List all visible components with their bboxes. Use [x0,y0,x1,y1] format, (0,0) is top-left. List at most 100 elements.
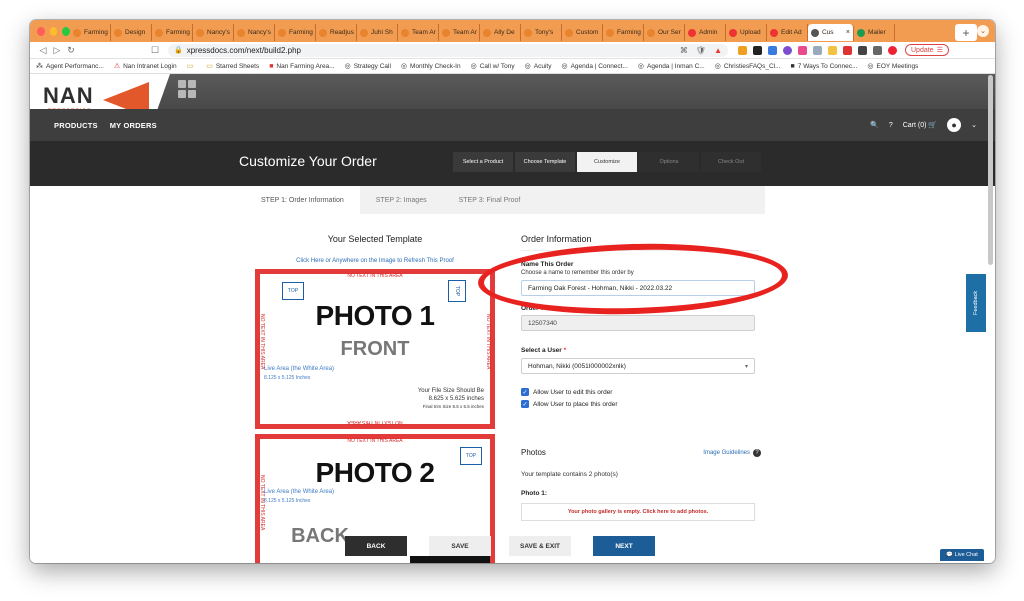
wizard-step[interactable]: Customize [577,152,637,172]
cart-link[interactable]: Cart (0) 🛒 [903,121,937,129]
wizard-step[interactable]: Check Out [701,152,761,172]
app-grid-icon[interactable] [178,80,196,98]
help-icon[interactable]: ? [889,122,893,129]
scrollbar[interactable] [988,75,993,265]
browser-tab[interactable]: Farming [152,24,193,41]
checkbox-checked-icon[interactable]: ✓ [521,400,529,408]
extension-icon[interactable] [753,45,762,55]
bookmark-item[interactable]: ◎ Monthly Check-In [401,62,461,71]
add-photos-link[interactable]: Your photo gallery is empty. Click here … [521,503,755,521]
extension-icon[interactable] [768,45,777,55]
tab-search-icon[interactable]: ⌄ [977,25,989,37]
bookmark-item[interactable]: ⁂ Agent Performanc... [36,62,104,71]
orange-circle-icon [565,28,573,37]
browser-tab[interactable]: Nancy's [234,24,275,41]
browser-tab[interactable]: Readjus [316,24,357,41]
browser-tab[interactable]: Design [111,24,152,41]
tab-step-1[interactable]: STEP 1: Order Information [245,186,360,214]
wizard-steps: Select a Product Choose Template Customize… [453,152,763,172]
bookmark-item[interactable]: ◎ Agenda | Connect... [561,62,627,71]
url-text: xpressdocs.com/next/build2.php [186,45,302,55]
extension-icon[interactable] [843,45,852,55]
feedback-tab[interactable]: Feedback [966,274,986,332]
browser-tab[interactable]: Nancy's [193,24,234,41]
wizard-step[interactable]: Choose Template [515,152,575,172]
close-window-button[interactable] [37,26,45,36]
bookmark-item[interactable]: ◎ Call w/ Tony [471,62,515,71]
browser-tab[interactable]: Farming [70,24,111,41]
bookmark-item[interactable]: ◎ Strategy Call [345,62,391,71]
browser-tab[interactable]: Team Ar [439,24,480,41]
extension-icon[interactable] [813,45,822,55]
bookmark-item[interactable]: ⚠ Nan Intranet Login [114,62,177,71]
wizard-step[interactable]: Options [639,152,699,172]
tab-step-2[interactable]: STEP 2: Images [360,186,443,214]
new-tab-button[interactable]: + [955,24,977,41]
nav-products[interactable]: PRODUCTS [54,121,98,130]
image-guidelines-link[interactable]: Image Guidelines? [703,448,761,457]
sidebar-icon[interactable] [873,45,882,55]
allow-edit-checkbox[interactable]: ✓ Allow User to edit this order [521,388,761,396]
warning-icon[interactable]: ▲ [714,46,722,55]
browser-tab[interactable]: Ally De [480,24,521,41]
browser-tab[interactable]: Our Ser [644,24,685,41]
bookmark-item[interactable]: ■ Nan Farming Area... [269,63,334,70]
checkbox-checked-icon[interactable]: ✓ [521,388,529,396]
user-select[interactable]: Hohman, Nikki (0051I000002xnlk) ▾ [521,358,755,374]
search-icon[interactable]: 🔍 [870,121,879,129]
live-area-dims: 8.125 x 5.125 Inches [264,375,311,381]
browser-tab[interactable]: Cus × [808,24,854,41]
allow-place-checkbox[interactable]: ✓ Allow User to place this order [521,400,761,408]
next-button[interactable]: NEXT [593,536,655,556]
browser-tab[interactable]: Farming [603,24,644,41]
extension-icon[interactable] [783,45,792,55]
browser-tab[interactable]: Team Ar [398,24,439,41]
reload-icon[interactable]: ↻ [64,45,78,56]
refresh-proof-link[interactable]: Click Here or Anywhere on the Image to R… [255,258,495,264]
save-exit-button[interactable]: SAVE & EXIT [509,536,571,556]
puzzle-icon[interactable] [858,45,867,55]
bookmark-item[interactable]: ■ 7 Ways To Connec... [791,63,858,70]
browser-tab[interactable]: Juhi Sh [357,24,398,41]
minimize-window-button[interactable] [49,26,58,36]
back-button[interactable]: BACK [345,536,407,556]
browser-tab[interactable]: Custom [562,24,603,41]
bookmark-item[interactable]: ◎ ChristiesFAQs_Cl... [715,62,781,71]
proof-front[interactable]: NO TEXT IN THIS AREA TOP TOP NO TEXT IN … [255,269,495,429]
browser-tab[interactable]: Mailer [854,24,895,41]
bookmark-item[interactable]: ◎ Agenda | Inman C... [638,62,705,71]
avatar[interactable]: ● [947,118,962,132]
browser-tab[interactable]: Upload [726,24,767,41]
browser-tab[interactable]: Tony's [521,24,562,41]
address-bar[interactable]: 🔒 xpressdocs.com/next/build2.php ⌘ 🛡 ▲ [168,43,728,57]
tab-step-3[interactable]: STEP 3: Final Proof [443,186,537,214]
close-tab-icon[interactable]: × [846,29,850,36]
forward-icon[interactable]: ▷ [50,45,64,56]
keyboard-shortcut-icon[interactable]: ⌘ [680,46,688,55]
bookmark-item[interactable]: ▭ [187,62,197,70]
extension-icon[interactable] [798,45,807,55]
browser-tab[interactable]: Farming [275,24,316,41]
browser-tab[interactable]: Edit Ad [767,24,808,41]
live-chat-button[interactable]: 💬 Live Chat [940,549,984,561]
bookmark-item[interactable]: ▭ Starred Sheets [206,62,259,71]
extension-icon[interactable] [738,45,747,55]
wizard-step[interactable]: Select a Product [453,152,513,172]
zoom-window-button[interactable] [62,26,71,36]
shield-icon[interactable]: 🛡 [696,46,706,55]
save-button[interactable]: SAVE [429,536,491,556]
select-user-text: Select a User [521,347,562,354]
chevron-down-icon[interactable]: ⌄ [971,121,977,129]
tab-label: Upload [740,29,761,36]
bookmark-item[interactable]: ◎ Acuity [525,62,552,71]
extension-icon[interactable] [828,45,837,55]
nav-my-orders[interactable]: MY ORDERS [110,121,157,130]
back-icon[interactable]: ◁ [36,45,50,56]
final-trim-size: Final trim Size 8.5 x 5.5 inches [422,404,484,409]
bookmark-icon[interactable]: ☐ [148,45,162,56]
bookmark-item[interactable]: ◎ EOY Meetings [867,62,918,71]
update-button[interactable]: Update ☰ [905,44,949,56]
tab-label: Our Ser [658,29,681,36]
browser-tab[interactable]: Admin [685,24,726,41]
profile-icon[interactable] [888,45,897,55]
